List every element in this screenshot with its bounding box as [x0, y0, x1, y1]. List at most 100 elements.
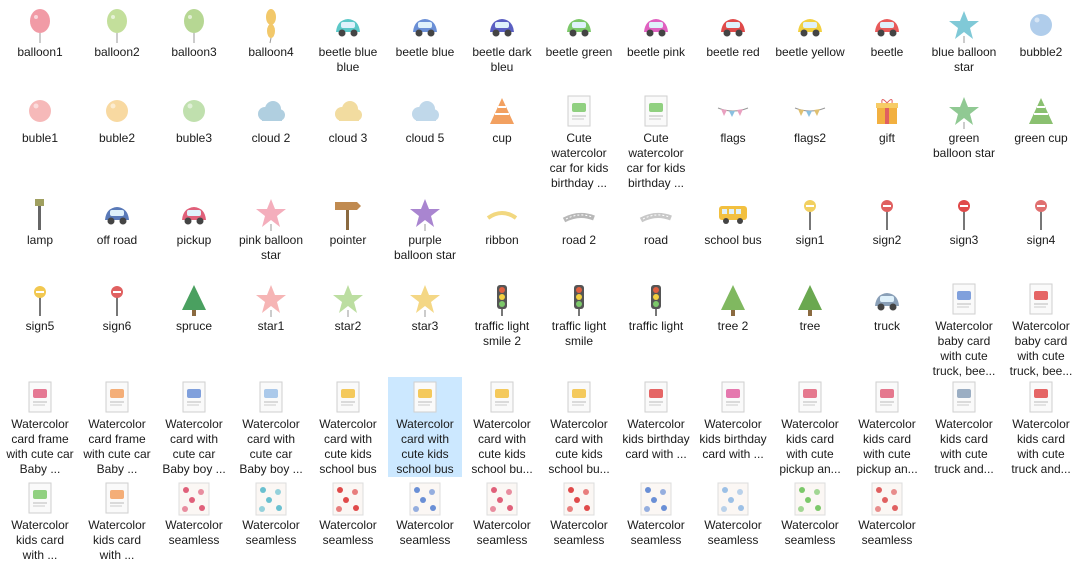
file-item[interactable]: Watercolor card with cute car Baby boy .…	[157, 377, 231, 477]
file-item[interactable]: Watercolor seamless	[619, 478, 693, 549]
file-name: traffic light smile	[551, 319, 607, 348]
file-name: traffic light	[628, 319, 684, 333]
file-item[interactable]: beetle dark bleu	[465, 5, 539, 105]
file-item[interactable]: Watercolor kids card with cute truck and…	[927, 377, 1001, 477]
file-item[interactable]: pointer	[311, 193, 385, 293]
file-name: pickup	[176, 233, 212, 247]
car-icon	[870, 8, 904, 44]
file-item[interactable]: traffic light smile 2	[465, 279, 539, 379]
file-item[interactable]: sign2	[850, 193, 924, 293]
file-item[interactable]: Watercolor kids card with cute pickup an…	[850, 377, 924, 477]
file-item[interactable]: star3	[388, 279, 462, 379]
file-item[interactable]: flags2	[773, 91, 847, 191]
file-name: buble2	[98, 131, 136, 145]
file-item[interactable]: sign1	[773, 193, 847, 293]
file-item[interactable]: Watercolor card with cute car Baby boy .…	[234, 377, 308, 477]
file-item[interactable]: bubble2	[1004, 5, 1078, 105]
file-item[interactable]: off road	[80, 193, 154, 293]
file-item[interactable]: spruce	[157, 279, 231, 379]
file-item[interactable]: sign5	[3, 279, 77, 379]
file-item[interactable]: beetle yellow	[773, 5, 847, 105]
file-item[interactable]: buble2	[80, 91, 154, 191]
file-item[interactable]: Watercolor seamless	[696, 478, 770, 549]
file-item[interactable]: balloon3	[157, 5, 231, 105]
file-item[interactable]: pink balloon star	[234, 193, 308, 293]
file-item[interactable]: Watercolor card with cute kids school bu…	[542, 377, 616, 477]
file-item[interactable]: Watercolor card with cute kids school bu…	[388, 377, 462, 477]
bubble-icon	[23, 94, 57, 130]
file-item[interactable]: green cup	[1004, 91, 1078, 191]
file-name: star3	[411, 319, 439, 333]
file-item[interactable]: sign4	[1004, 193, 1078, 293]
file-item[interactable]: buble3	[157, 91, 231, 191]
file-item[interactable]: pickup	[157, 193, 231, 293]
file-item[interactable]: tree	[773, 279, 847, 379]
file-name: Watercolor kids birthday card with ...	[622, 417, 690, 461]
file-item[interactable]: Watercolor seamless	[311, 478, 385, 549]
file-item[interactable]: Watercolor seamless	[850, 478, 924, 549]
file-item[interactable]: cloud 5	[388, 91, 462, 191]
file-item[interactable]: buble1	[3, 91, 77, 191]
file-name: Watercolor baby card with cute truck, be…	[1009, 319, 1073, 378]
ribbon-icon	[485, 196, 519, 232]
file-item[interactable]: Cute watercolor car for kids birthday ..…	[619, 91, 693, 191]
file-item[interactable]: school bus	[696, 193, 770, 293]
file-item[interactable]: flags	[696, 91, 770, 191]
file-item[interactable]: Watercolor kids card with ...	[3, 478, 77, 562]
star-icon	[254, 196, 288, 232]
file-item[interactable]: Watercolor card frame with cute car Baby…	[80, 377, 154, 477]
file-item[interactable]: traffic light	[619, 279, 693, 379]
file-item[interactable]: Watercolor card frame with cute car Baby…	[3, 377, 77, 477]
file-item[interactable]: star2	[311, 279, 385, 379]
file-item[interactable]: sign3	[927, 193, 1001, 293]
file-item[interactable]: green balloon star	[927, 91, 1001, 191]
file-item[interactable]: traffic light smile	[542, 279, 616, 379]
file-item[interactable]: beetle red	[696, 5, 770, 105]
file-name: sign6	[102, 319, 132, 333]
file-item[interactable]: gift	[850, 91, 924, 191]
file-item[interactable]: beetle	[850, 5, 924, 105]
file-item[interactable]: beetle pink	[619, 5, 693, 105]
file-item[interactable]: Watercolor kids card with cute truck and…	[1004, 377, 1078, 477]
file-item[interactable]: Watercolor baby card with cute truck, be…	[927, 279, 1001, 379]
file-item[interactable]: balloon2	[80, 5, 154, 105]
file-name: lamp	[26, 233, 53, 247]
file-item[interactable]: Watercolor seamless	[773, 478, 847, 549]
sign-icon	[793, 196, 827, 232]
file-item[interactable]: Watercolor seamless	[234, 478, 308, 549]
file-item[interactable]: lamp	[3, 193, 77, 293]
file-item[interactable]: sign6	[80, 279, 154, 379]
file-item[interactable]: Watercolor seamless	[157, 478, 231, 549]
file-item[interactable]: Watercolor card with cute kids school bu…	[311, 377, 385, 477]
file-item[interactable]: blue balloon star	[927, 5, 1001, 105]
file-item[interactable]: road 2	[542, 193, 616, 293]
file-item[interactable]: balloon1	[3, 5, 77, 105]
file-item[interactable]: Watercolor kids birthday card with ...	[696, 377, 770, 477]
file-item[interactable]: Watercolor card with cute kids school bu…	[465, 377, 539, 477]
file-item[interactable]: beetle blue	[388, 5, 462, 105]
file-item[interactable]: purple balloon star	[388, 193, 462, 293]
file-item[interactable]: balloon4	[234, 5, 308, 105]
file-name: flags	[720, 131, 746, 145]
file-item[interactable]: road	[619, 193, 693, 293]
file-item[interactable]: Watercolor baby card with cute truck, be…	[1004, 279, 1078, 379]
file-item[interactable]: Watercolor seamless	[465, 478, 539, 549]
file-item[interactable]: Watercolor kids card with ...	[80, 478, 154, 562]
file-item[interactable]: ribbon	[465, 193, 539, 293]
file-item[interactable]: Watercolor kids birthday card with ...	[619, 377, 693, 477]
file-item[interactable]: tree 2	[696, 279, 770, 379]
document-icon	[408, 380, 442, 416]
file-item[interactable]: cloud 2	[234, 91, 308, 191]
file-item[interactable]: Cute watercolor car for kids birthday ..…	[542, 91, 616, 191]
pattern-icon	[870, 481, 904, 517]
file-item[interactable]: Watercolor seamless	[388, 478, 462, 549]
star-icon	[408, 282, 442, 318]
file-item[interactable]: cloud 3	[311, 91, 385, 191]
file-item[interactable]: beetle blue blue	[311, 5, 385, 105]
file-item[interactable]: star1	[234, 279, 308, 379]
file-item[interactable]: Watercolor kids card with cute pickup an…	[773, 377, 847, 477]
file-item[interactable]: truck	[850, 279, 924, 379]
file-item[interactable]: cup	[465, 91, 539, 191]
file-item[interactable]: beetle green	[542, 5, 616, 105]
file-item[interactable]: Watercolor seamless	[542, 478, 616, 549]
